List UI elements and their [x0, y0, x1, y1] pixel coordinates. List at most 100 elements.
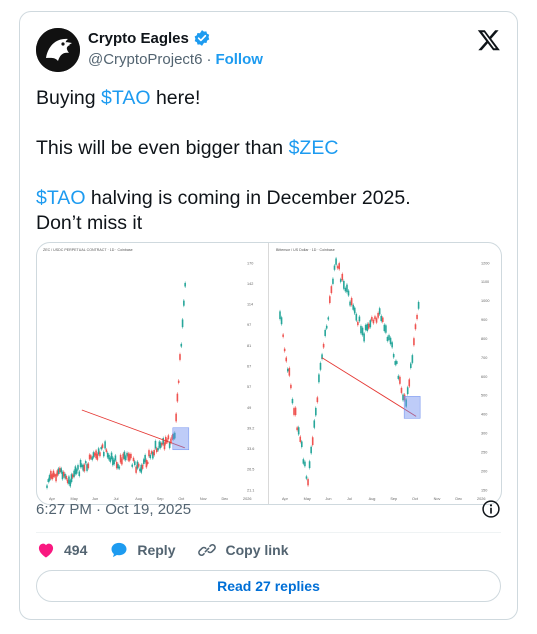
- x-tick-label: Dec: [455, 497, 462, 501]
- tweet-media[interactable]: ZEC / USDC PERPETUAL CONTRACT · 1D · Coi…: [36, 242, 502, 505]
- candle-body: [101, 444, 104, 448]
- y-tick-label: 21.1: [247, 488, 254, 492]
- candle-body: [146, 461, 149, 465]
- cashtag-link[interactable]: $TAO: [36, 187, 85, 209]
- candle-body: [113, 459, 115, 465]
- heart-icon: [38, 543, 54, 558]
- x-tick-label: 2026: [243, 497, 251, 501]
- candle-body: [291, 398, 294, 404]
- breakout-box: [403, 396, 421, 419]
- candle-body: [91, 457, 93, 460]
- tweet-text-segment: This will be even bigger than: [36, 137, 289, 159]
- candle-body: [406, 387, 409, 395]
- candle-body: [77, 465, 79, 470]
- candle-body: [352, 304, 354, 310]
- candle-body: [319, 362, 322, 370]
- y-tick-label: 150: [481, 488, 487, 492]
- copy-link-button[interactable]: Copy link: [197, 540, 289, 560]
- candle-body: [290, 384, 292, 389]
- verified-badge-icon: [194, 30, 210, 46]
- candle-body: [285, 357, 288, 362]
- speech-bubble-icon: [111, 542, 127, 558]
- y-tick-label: 600: [481, 375, 487, 379]
- candle-body: [184, 282, 186, 287]
- y-tick-label: 800: [481, 337, 487, 341]
- candle-body: [307, 479, 309, 486]
- chart-panel-tao: Bittensor / US Dollar · 1D · Coinbase 150…: [270, 243, 501, 504]
- x-logo-icon[interactable]: [477, 28, 501, 52]
- candle-body: [78, 471, 81, 476]
- cashtag-link[interactable]: $ZEC: [289, 137, 339, 159]
- reply-button[interactable]: Reply: [109, 540, 175, 560]
- candle-body: [294, 407, 297, 416]
- tweet-text: Buying $TAO here! This will be even bigg…: [36, 86, 506, 236]
- candle-body: [132, 457, 135, 462]
- candle-body: [308, 461, 311, 469]
- candle-body: [349, 301, 351, 306]
- read-replies-button[interactable]: Read 27 replies: [36, 570, 501, 602]
- candle-body: [177, 380, 180, 383]
- author-handle[interactable]: @CryptoProject6: [88, 51, 202, 68]
- candle-body: [361, 327, 364, 336]
- candle-body: [167, 435, 170, 440]
- candle-body: [413, 338, 415, 346]
- candle-body: [114, 455, 117, 461]
- y-tick-label: 49: [247, 406, 251, 410]
- candle-body: [385, 325, 387, 333]
- y-tick-label: 170: [247, 261, 253, 265]
- info-icon[interactable]: [481, 499, 501, 519]
- candle-body: [75, 469, 78, 474]
- follow-button[interactable]: Follow: [215, 51, 263, 68]
- author-handle-row: @CryptoProject6 · Follow: [88, 51, 263, 68]
- y-tick-label: 700: [481, 356, 487, 360]
- candle-body: [87, 463, 90, 469]
- candle-body: [324, 329, 326, 336]
- tweet-line-1: Buying $TAO here!: [36, 86, 506, 111]
- x-tick-label: May: [304, 497, 311, 501]
- candle-body: [388, 335, 390, 341]
- candle-body: [338, 263, 340, 270]
- candle-body: [305, 476, 308, 479]
- candle-body: [322, 343, 325, 348]
- y-tick-label: 1200: [481, 261, 489, 265]
- candle-body: [183, 300, 185, 306]
- candle-body: [176, 393, 179, 402]
- author-display-name[interactable]: Crypto Eagles: [88, 30, 189, 47]
- cashtag-link[interactable]: $TAO: [101, 87, 150, 109]
- x-tick-label: Aug: [369, 497, 376, 501]
- candle-body: [350, 298, 353, 306]
- tweet-text-segment: Don’t miss it: [36, 212, 143, 234]
- candle-body: [400, 387, 403, 393]
- candle-body: [302, 459, 305, 464]
- candle-body: [414, 324, 417, 330]
- candle-body: [282, 334, 284, 337]
- like-button[interactable]: 494: [36, 540, 87, 560]
- candle-body: [329, 296, 331, 303]
- handle-separator: ·: [206, 51, 212, 68]
- candle-body: [293, 408, 295, 415]
- candle-body: [296, 427, 298, 431]
- candle-body: [286, 368, 289, 372]
- candle-body: [280, 317, 283, 325]
- y-tick-label: 39.2: [247, 426, 254, 430]
- candle-body: [149, 454, 152, 459]
- candle-body: [325, 325, 328, 329]
- y-tick-label: 81: [247, 344, 251, 348]
- candle-body: [46, 485, 48, 488]
- candle-body: [380, 315, 383, 322]
- y-tick-label: 1000: [481, 299, 489, 303]
- candle-body: [318, 374, 320, 383]
- tweet-line-2: This will be even bigger than $ZEC: [36, 136, 506, 161]
- candle-body: [310, 446, 312, 454]
- candle-body: [99, 452, 101, 457]
- candle-body: [417, 302, 420, 309]
- eagle-logo-icon: [36, 28, 80, 72]
- divider: [36, 532, 501, 533]
- candle-body: [399, 376, 401, 384]
- candle-body: [130, 453, 132, 459]
- tweet-timestamp[interactable]: 6:27 PM · Oct 19, 2025: [36, 501, 191, 518]
- candle-body: [416, 314, 418, 319]
- candle-body: [396, 361, 398, 364]
- x-tick-label: Dec: [221, 497, 228, 501]
- avatar[interactable]: [36, 28, 80, 72]
